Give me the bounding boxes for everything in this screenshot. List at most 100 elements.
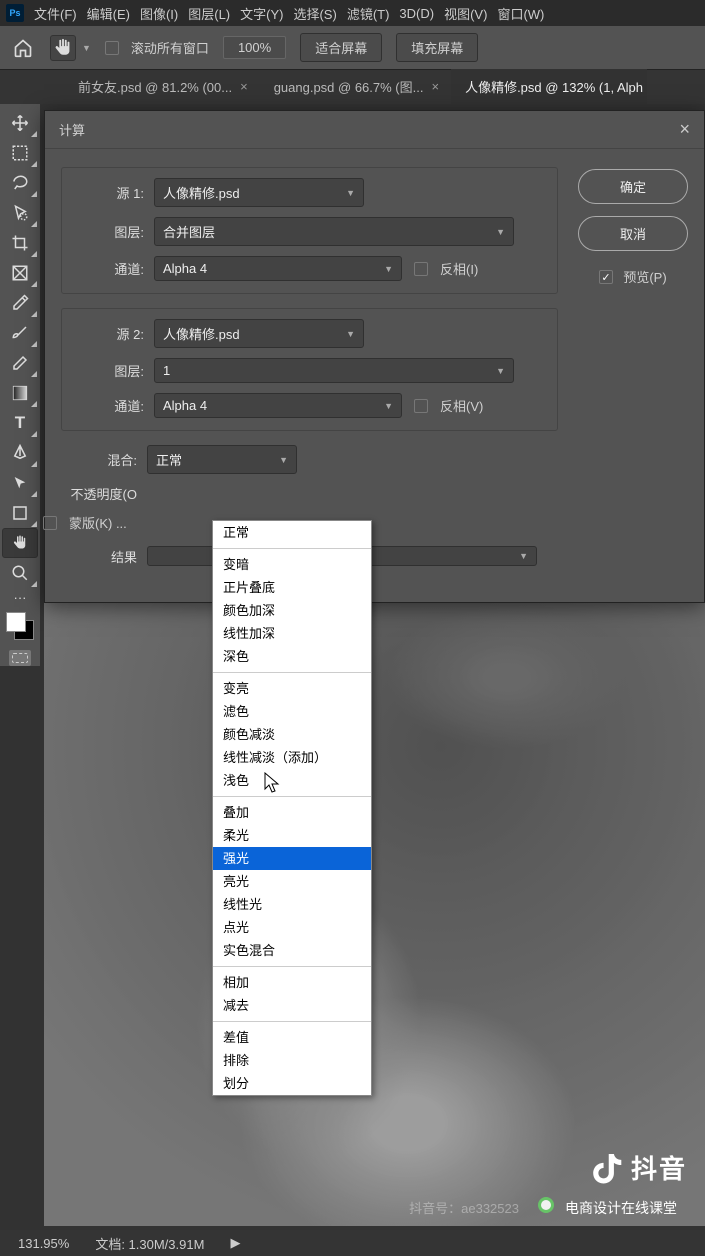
pen-tool-icon[interactable] (2, 438, 38, 468)
menu-filter[interactable]: 滤镜(T) (347, 4, 390, 23)
invert2-label: 反相(V) (440, 396, 483, 415)
tiktok-icon (593, 1151, 623, 1185)
blend-option[interactable]: 亮光 (213, 870, 371, 893)
document-tab-bar: 前女友.psd @ 81.2% (00... × guang.psd @ 66.… (0, 70, 705, 104)
move-tool-icon[interactable] (2, 108, 38, 138)
path-select-tool-icon[interactable] (2, 468, 38, 498)
eraser-tool-icon[interactable] (2, 348, 38, 378)
edit-toolbar-icon[interactable]: ··· (2, 588, 38, 606)
status-doc[interactable]: 文档: 1.30M/3.91M (95, 1234, 204, 1253)
blend-option[interactable]: 正常 (213, 521, 371, 544)
blend-option[interactable]: 点光 (213, 916, 371, 939)
calculations-dialog: 计算 × 源 1: 人像精修.psd▼ 图层: 合并图层▼ 通道: Alpha … (44, 110, 705, 603)
zoom-value[interactable]: 100% (223, 36, 286, 59)
blend-option[interactable]: 线性加深 (213, 622, 371, 645)
canvas-image[interactable] (44, 540, 705, 1226)
fill-screen-button[interactable]: 填充屏幕 (396, 33, 478, 62)
invert2-checkbox[interactable]: 反相(V) (414, 396, 483, 415)
frame-tool-icon[interactable] (2, 258, 38, 288)
gradient-tool-icon[interactable] (2, 378, 38, 408)
tab-doc-2[interactable]: guang.psd @ 66.7% (图... × (260, 69, 451, 104)
mask-checkbox[interactable]: 蒙版(K) ... (43, 513, 127, 532)
blend-option[interactable]: 滤色 (213, 700, 371, 723)
source2-file-select[interactable]: 人像精修.psd▼ (154, 319, 364, 348)
menu-file[interactable]: 文件(F) (34, 4, 77, 23)
menu-3d[interactable]: 3D(D) (399, 6, 434, 21)
hand-tool-icon[interactable] (50, 35, 76, 61)
blend-option[interactable]: 划分 (213, 1072, 371, 1095)
scroll-all-label: 滚动所有窗口 (131, 38, 209, 57)
tab-doc-1[interactable]: 前女友.psd @ 81.2% (00... × (64, 69, 260, 104)
home-icon[interactable] (10, 35, 36, 61)
blend-option[interactable]: 变亮 (213, 677, 371, 700)
eyedropper-tool-icon[interactable] (2, 288, 38, 318)
shape-tool-icon[interactable] (2, 498, 38, 528)
blend-option[interactable]: 颜色减淡 (213, 723, 371, 746)
blend-option-highlight[interactable]: 强光 (213, 847, 371, 870)
close-icon[interactable]: × (679, 119, 690, 140)
blend-option[interactable]: 浅色 (213, 769, 371, 792)
blend-option[interactable]: 颜色加深 (213, 599, 371, 622)
dialog-title: 计算 (59, 120, 85, 139)
opacity-label: 不透明度(O (61, 484, 147, 503)
status-zoom[interactable]: 131.95% (18, 1236, 69, 1251)
close-icon[interactable]: × (431, 79, 439, 94)
invert1-label: 反相(I) (440, 259, 478, 278)
menu-image[interactable]: 图像(I) (140, 4, 178, 23)
fit-screen-button[interactable]: 适合屏幕 (300, 33, 382, 62)
blend-option[interactable]: 减去 (213, 994, 371, 1017)
ok-button[interactable]: 确定 (578, 169, 688, 204)
color-swatch[interactable] (6, 612, 34, 640)
blend-option[interactable]: 排除 (213, 1049, 371, 1072)
chevron-down-icon[interactable]: ▼ (82, 43, 91, 53)
tab-label: guang.psd @ 66.7% (图... (274, 77, 424, 96)
menu-type[interactable]: 文字(Y) (240, 4, 283, 23)
tiktok-id: 抖音号：ae332523 (409, 1201, 519, 1216)
menu-layer[interactable]: 图层(L) (188, 4, 230, 23)
blend-option[interactable]: 变暗 (213, 553, 371, 576)
blend-option[interactable]: 正片叠底 (213, 576, 371, 599)
brush-tool-icon[interactable] (2, 318, 38, 348)
close-icon[interactable]: × (240, 79, 248, 94)
hand-tool-icon[interactable] (2, 528, 38, 558)
cancel-button[interactable]: 取消 (578, 216, 688, 251)
blend-option[interactable]: 叠加 (213, 801, 371, 824)
source1-label: 源 1: (68, 183, 154, 202)
invert1-checkbox[interactable]: 反相(I) (414, 259, 478, 278)
menu-window[interactable]: 窗口(W) (497, 4, 544, 23)
watermark-line: 抖音号：ae332523 电商设计在线课堂 (409, 1197, 677, 1218)
menu-view[interactable]: 视图(V) (444, 4, 487, 23)
lasso-tool-icon[interactable] (2, 168, 38, 198)
source1-layer-select[interactable]: 合并图层▼ (154, 217, 514, 246)
marquee-tool-icon[interactable] (2, 138, 38, 168)
blend-option[interactable]: 线性减淡（添加） (213, 746, 371, 769)
source2-layer-select[interactable]: 1▼ (154, 358, 514, 383)
type-tool-icon[interactable]: T (2, 408, 38, 438)
blend-option[interactable]: 柔光 (213, 824, 371, 847)
tab-label: 前女友.psd @ 81.2% (00... (78, 77, 232, 96)
source1-group: 源 1: 人像精修.psd▼ 图层: 合并图层▼ 通道: Alpha 4▼ 反相… (61, 167, 558, 294)
dialog-titlebar: 计算 × (45, 111, 704, 149)
tab-doc-3[interactable]: 人像精修.psd @ 132% (1, Alph (451, 69, 647, 104)
source1-channel-select[interactable]: Alpha 4▼ (154, 256, 402, 281)
blend-option[interactable]: 差值 (213, 1026, 371, 1049)
blend-label: 混合: (61, 450, 147, 469)
menu-edit[interactable]: 编辑(E) (87, 4, 130, 23)
preview-checkbox[interactable]: 预览(P) (578, 267, 688, 286)
blend-option[interactable]: 线性光 (213, 893, 371, 916)
source1-file-select[interactable]: 人像精修.psd▼ (154, 178, 364, 207)
quick-select-tool-icon[interactable] (2, 198, 38, 228)
crop-tool-icon[interactable] (2, 228, 38, 258)
options-bar: ▼ 滚动所有窗口 100% 适合屏幕 填充屏幕 (0, 26, 705, 70)
channel-label: 通道: (68, 259, 154, 278)
blend-option[interactable]: 实色混合 (213, 939, 371, 962)
scroll-all-windows-checkbox[interactable]: 滚动所有窗口 (105, 38, 209, 57)
quickmask-icon[interactable] (9, 650, 31, 666)
menu-select[interactable]: 选择(S) (293, 4, 336, 23)
source2-channel-select[interactable]: Alpha 4▼ (154, 393, 402, 418)
zoom-tool-icon[interactable] (2, 558, 38, 588)
blend-mode-select[interactable]: 正常▼ (147, 445, 297, 474)
blend-option[interactable]: 相加 (213, 971, 371, 994)
blend-option[interactable]: 深色 (213, 645, 371, 668)
chevron-right-icon[interactable]: ▶ (230, 1235, 240, 1251)
